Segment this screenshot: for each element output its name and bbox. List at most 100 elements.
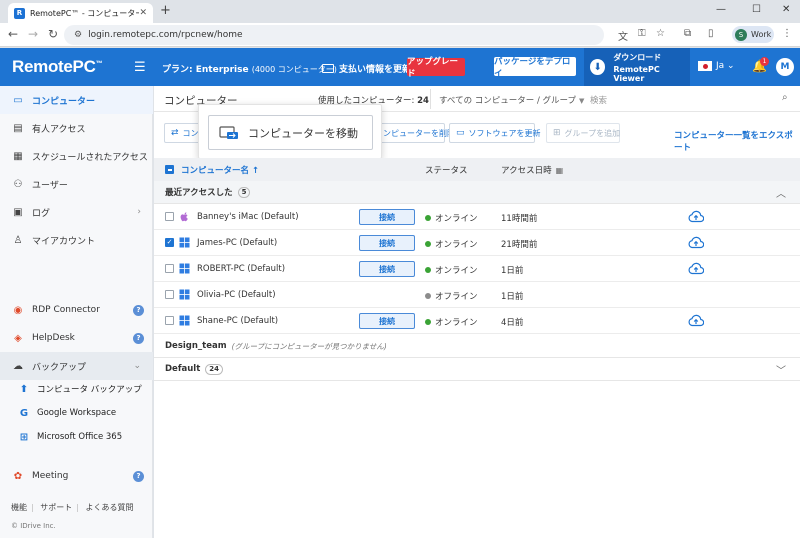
back-icon[interactable]: ← bbox=[8, 27, 18, 41]
sidebar-item-meeting[interactable]: ✿ Meeting ? bbox=[0, 462, 153, 490]
connect-button[interactable]: 接続 bbox=[359, 313, 415, 329]
sidebar-item-users[interactable]: ⚇ ユーザー bbox=[0, 170, 153, 198]
chevron-up-icon[interactable]: ︿ bbox=[776, 185, 786, 200]
reload-icon[interactable]: ↻ bbox=[48, 27, 58, 41]
forward-icon[interactable]: → bbox=[28, 27, 38, 41]
password-key-icon[interactable]: ⚿ bbox=[638, 28, 646, 39]
profile-label: Work bbox=[751, 30, 772, 39]
row-checkbox[interactable] bbox=[165, 316, 174, 325]
move-computer-popup: コンピューターを移動 bbox=[198, 104, 382, 159]
remotepc-logo[interactable]: RemotePC™ bbox=[12, 57, 103, 77]
japan-flag-icon[interactable] bbox=[698, 61, 712, 71]
column-access-time[interactable]: アクセス日時 ▦ bbox=[501, 164, 563, 176]
footer-link-features[interactable]: 機能 bbox=[11, 503, 27, 512]
sidebar-item-helpdesk[interactable]: ◈ HelpDesk ? bbox=[0, 324, 153, 352]
search-icon[interactable]: ⌕ bbox=[782, 92, 788, 103]
sidebar-item-backup[interactable]: ☁ バックアップ ⌄ bbox=[0, 352, 153, 380]
column-status[interactable]: ステータス bbox=[425, 164, 468, 176]
add-group-button[interactable]: ⊞ グループを追加 bbox=[546, 123, 620, 143]
add-group-icon: ⊞ bbox=[553, 128, 561, 138]
calendar-icon[interactable]: ▦ bbox=[556, 166, 564, 175]
export-list-link[interactable]: コンピューター一覧をエクスポート bbox=[674, 129, 800, 153]
translate-icon[interactable]: 文 bbox=[618, 28, 628, 43]
connect-button[interactable]: 接続 bbox=[359, 209, 415, 225]
connect-button[interactable]: 接続 bbox=[359, 235, 415, 251]
address-bar[interactable]: ⚙ login.remotepc.com/rpcnew/home bbox=[64, 25, 604, 45]
profile-chip[interactable]: S Work bbox=[732, 26, 774, 43]
cloud-upload-icon[interactable] bbox=[688, 314, 704, 327]
update-payment-link[interactable]: 支払い情報を更新 bbox=[322, 62, 411, 75]
table-row[interactable]: Olivia-PC (Default) オフライン 1日前 bbox=[154, 282, 800, 308]
sidebar-item-rdp-connector[interactable]: ◉ RDP Connector ? bbox=[0, 296, 153, 324]
cloud-upload-icon[interactable] bbox=[688, 236, 704, 249]
status-indicator: オンライン bbox=[425, 264, 478, 276]
site-info-icon[interactable]: ⚙ bbox=[74, 30, 82, 40]
row-checkbox[interactable] bbox=[165, 264, 174, 273]
browser-menu-icon[interactable]: ⋮ bbox=[782, 28, 792, 39]
group-default[interactable]: Default 24 ﹀ bbox=[154, 358, 800, 381]
group-recent[interactable]: 最近アクセスした 5 ︿ bbox=[154, 181, 800, 204]
help-icon[interactable]: ? bbox=[133, 470, 144, 482]
copyright: © IDrive Inc. bbox=[11, 522, 56, 530]
column-computer-name[interactable]: コンピューター名 ↑ bbox=[181, 164, 259, 176]
hamburger-menu-icon[interactable]: ☰ bbox=[134, 60, 146, 75]
help-icon[interactable]: ? bbox=[133, 332, 144, 344]
browser-tab[interactable]: R RemotePC™ - コンピューター ✕ bbox=[8, 3, 153, 23]
sidebar-item-attended-access[interactable]: ▤ 有人アクセス bbox=[0, 114, 153, 142]
sidebar-subitem-google-workspace[interactable]: G Google Workspace bbox=[0, 401, 153, 425]
tab-close-icon[interactable]: ✕ bbox=[139, 8, 147, 18]
footer-link-faq[interactable]: よくある質問 bbox=[86, 503, 134, 512]
divider bbox=[430, 89, 431, 109]
sidebar-subitem-office365[interactable]: ⊞ Microsoft Office 365 bbox=[0, 425, 153, 449]
move-computer-option[interactable]: コンピューターを移動 bbox=[208, 115, 373, 150]
google-icon: G bbox=[19, 407, 29, 419]
connect-button[interactable]: 接続 bbox=[359, 261, 415, 277]
table-row[interactable]: ROBERT-PC (Default) 接続 オンライン 1日前 bbox=[154, 256, 800, 282]
new-tab-icon[interactable]: + bbox=[160, 4, 171, 18]
sidebar-item-my-account[interactable]: ♙ マイアカウント bbox=[0, 226, 153, 254]
table-row[interactable]: ✓ James-PC (Default) 接続 オンライン 21時間前 bbox=[154, 230, 800, 256]
chevron-down-icon[interactable]: ﹀ bbox=[776, 362, 786, 377]
cloud-upload-icon[interactable] bbox=[688, 262, 704, 275]
close-window-icon[interactable]: ✕ bbox=[782, 4, 790, 15]
bookmark-star-icon[interactable]: ☆ bbox=[656, 28, 665, 39]
group-design-team[interactable]: Design_team (グループにコンピューターが見つかりません) bbox=[154, 335, 800, 358]
sidebar-subitem-label: コンピュータ バックアップ bbox=[37, 385, 142, 395]
table-row[interactable]: Shane-PC (Default) 接続 オンライン 4日前 bbox=[154, 308, 800, 334]
browser-toolbar: ← → ↻ ⚙ login.remotepc.com/rpcnew/home 文… bbox=[0, 23, 800, 47]
sidebar-subitem-computer-backup[interactable]: ⬆ コンピュータ バックアップ bbox=[0, 377, 153, 401]
download-icon: ⬇ bbox=[590, 59, 606, 75]
group-filter-dropdown[interactable]: すべての コンピューター / グループ ▼ bbox=[439, 94, 584, 106]
search-input[interactable]: 検索 bbox=[590, 94, 607, 106]
computer-name: Shane-PC (Default) bbox=[197, 316, 279, 326]
row-checkbox[interactable]: ✓ bbox=[165, 238, 174, 247]
language-selector[interactable]: Ja ⌄ bbox=[716, 61, 735, 71]
deploy-package-button[interactable]: パッケージをデプロイ bbox=[494, 57, 576, 79]
sidebar-item-logs[interactable]: ▣ ログ › bbox=[0, 198, 153, 226]
access-time: 11時間前 bbox=[501, 214, 538, 224]
remove-label: コンピューターを削除 bbox=[375, 128, 455, 138]
upgrade-button[interactable]: アップグレード bbox=[407, 57, 465, 79]
help-icon[interactable]: ? bbox=[133, 304, 144, 316]
minimize-icon[interactable]: — bbox=[716, 4, 726, 15]
select-all-checkbox[interactable] bbox=[165, 165, 174, 174]
update-software-button[interactable]: ▭ ソフトウェアを更新 bbox=[449, 123, 541, 143]
row-checkbox[interactable] bbox=[165, 212, 174, 221]
windows-icon bbox=[179, 263, 190, 274]
footer-link-support[interactable]: サポート bbox=[40, 503, 72, 512]
user-avatar[interactable]: M bbox=[776, 58, 794, 76]
extensions-icon[interactable]: ⧉ bbox=[684, 28, 691, 39]
status-text: オンライン bbox=[435, 214, 478, 224]
maximize-icon[interactable]: ☐ bbox=[752, 4, 761, 15]
row-checkbox[interactable] bbox=[165, 290, 174, 299]
download-viewer-button[interactable]: ⬇ ダウンロード RemotePC Viewer bbox=[584, 48, 690, 86]
table-row[interactable]: Banney's iMac (Default) 接続 オンライン 11時間前 bbox=[154, 204, 800, 230]
sidebar-item-computers[interactable]: ▭ コンピューター bbox=[0, 86, 153, 114]
cloud-upload-icon[interactable] bbox=[688, 210, 704, 223]
notification-bell-icon[interactable]: 🔔 1 bbox=[752, 57, 769, 73]
sidebar-item-scheduled-access[interactable]: ▦ スケジュールされたアクセス bbox=[0, 142, 153, 170]
sidepanel-icon[interactable]: ▯ bbox=[708, 28, 714, 39]
move-computer-button[interactable]: ⇄ コン bbox=[164, 123, 200, 143]
attended-access-icon: ▤ bbox=[13, 122, 23, 134]
sidebar-footer-links: 機能 | サポート | よくある質問 bbox=[11, 503, 134, 512]
